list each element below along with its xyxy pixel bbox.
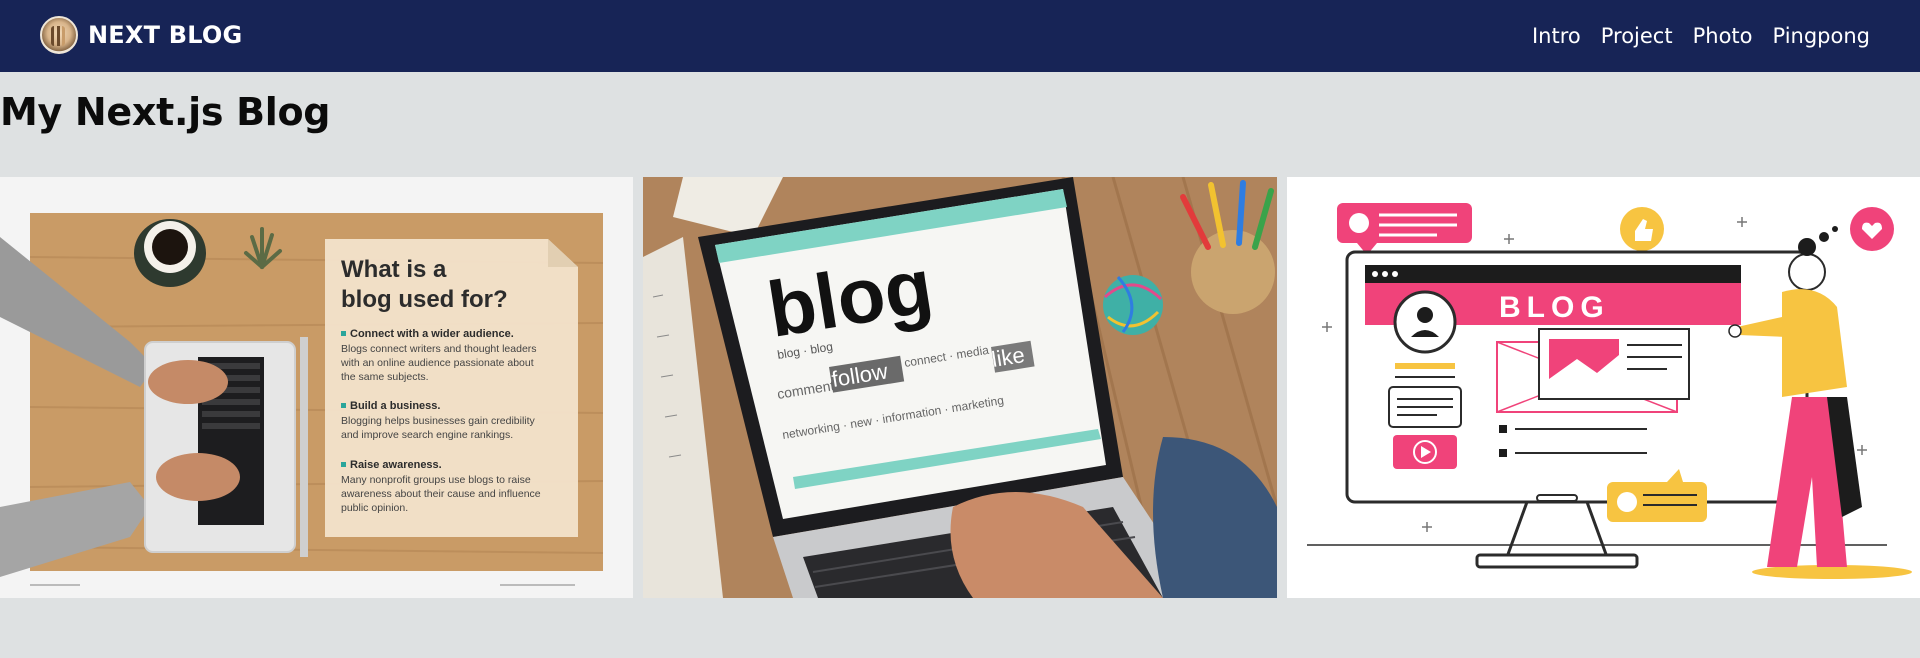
nav-menu: Intro Project Photo Pingpong xyxy=(1532,0,1870,72)
card1-item1-title: Connect with a wider audience. xyxy=(350,328,514,340)
card3-screen-text: BLOG xyxy=(1499,291,1610,324)
image-gallery: What is a blog used for? Connect with a … xyxy=(0,177,1920,598)
gallery-image-blog-illustration[interactable]: BLOG xyxy=(1287,177,1920,598)
brand-link[interactable]: NEXT BLOG xyxy=(40,16,242,54)
nav-link-pingpong[interactable]: Pingpong xyxy=(1773,24,1871,48)
card1-heading-line2: blog used for? xyxy=(341,286,508,313)
card1-item3-line2: awareness about their cause and influenc… xyxy=(341,488,541,500)
card1-item1-line3: the same subjects. xyxy=(341,371,429,383)
gallery-image-blog-uses[interactable]: What is a blog used for? Connect with a … xyxy=(0,177,633,598)
card1-item3-line3: public opinion. xyxy=(341,502,408,514)
page-title: My Next.js Blog xyxy=(0,90,331,134)
navbar: NEXT BLOG Intro Project Photo Pingpong xyxy=(0,0,1920,72)
card1-heading-line1: What is a xyxy=(341,256,447,283)
card1-item1-line1: Blogs connect writers and thought leader… xyxy=(341,343,537,355)
card1-item1-line2: with an online audience passionate about xyxy=(340,357,534,369)
gallery-image-laptop-blog[interactable]: blog blog · blog follow comment connect … xyxy=(643,177,1277,598)
nav-link-project[interactable]: Project xyxy=(1601,24,1673,48)
card1-item2-title: Build a business. xyxy=(350,400,440,412)
nav-link-intro[interactable]: Intro xyxy=(1532,24,1581,48)
card1-item3-line1: Many nonprofit groups use blogs to raise xyxy=(341,474,531,486)
brand-logo-icon xyxy=(40,16,78,54)
blog-monitor-illustration: BLOG xyxy=(1287,177,1920,598)
nav-link-photo[interactable]: Photo xyxy=(1693,24,1753,48)
card1-item2-line1: Blogging helps businesses gain credibili… xyxy=(341,415,536,427)
brand-title: NEXT BLOG xyxy=(88,21,243,49)
laptop-blog-photo: blog blog · blog follow comment connect … xyxy=(643,177,1277,598)
card1-item3-title: Raise awareness. xyxy=(350,459,442,471)
card2-word-like: like xyxy=(990,342,1027,372)
blog-uses-illustration: What is a blog used for? Connect with a … xyxy=(0,177,633,598)
card1-item2-line2: and improve search engine rankings. xyxy=(341,429,513,441)
